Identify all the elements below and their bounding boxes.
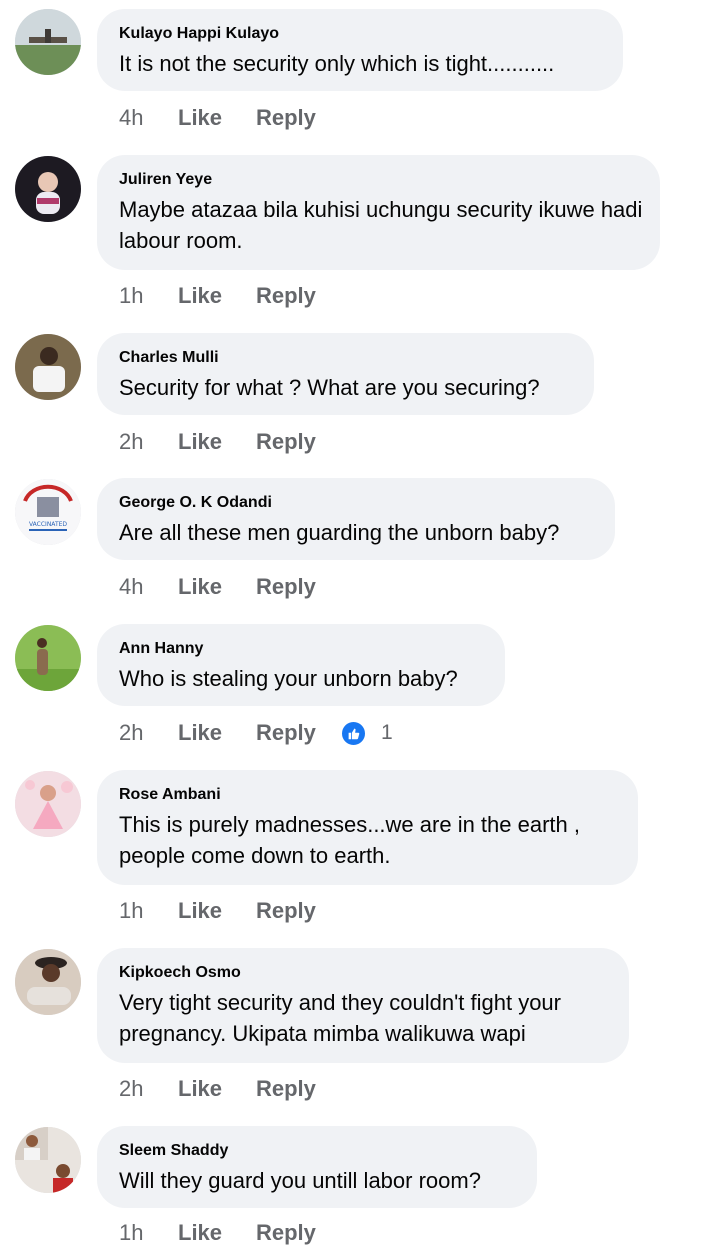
comment-bubble: George O. K Odandi Are all these men gua…	[97, 478, 615, 560]
reply-button[interactable]: Reply	[256, 574, 340, 600]
like-button[interactable]: Like	[178, 105, 256, 131]
comment-author[interactable]: Juliren Yeye	[119, 170, 638, 190]
reply-button[interactable]: Reply	[256, 105, 340, 131]
avatar[interactable]	[15, 1127, 81, 1193]
comment-text: It is not the security only which is tig…	[119, 51, 555, 76]
comment-time[interactable]: 4h	[119, 574, 178, 600]
like-button[interactable]: Like	[178, 898, 256, 924]
comment-time[interactable]: 1h	[119, 283, 178, 309]
comment-actions: 1h Like Reply	[119, 281, 340, 311]
reply-button[interactable]: Reply	[256, 898, 340, 924]
comment-bubble: Sleem Shaddy Will they guard you untill …	[97, 1126, 537, 1208]
avatar[interactable]	[15, 771, 81, 837]
reply-button[interactable]: Reply	[256, 283, 340, 309]
avatar[interactable]	[15, 9, 81, 75]
avatar[interactable]: VACCINATED	[15, 479, 81, 545]
comment-author[interactable]: George O. K Odandi	[119, 493, 593, 513]
reaction-count: 1	[381, 721, 393, 744]
avatar[interactable]	[15, 949, 81, 1015]
comment-text: Security for what ? What are you securin…	[119, 375, 540, 400]
comment-time[interactable]: 4h	[119, 105, 178, 131]
comment-text: Very tight security and they couldn't fi…	[119, 990, 561, 1046]
comment-bubble: Kipkoech Osmo Very tight security and th…	[97, 948, 629, 1063]
comment-text: Are all these men guarding the unborn ba…	[119, 520, 560, 545]
comment-time[interactable]: 1h	[119, 1220, 178, 1246]
avatar[interactable]	[15, 334, 81, 400]
like-button[interactable]: Like	[178, 283, 256, 309]
comment-time[interactable]: 2h	[119, 1076, 178, 1102]
comment-author[interactable]: Kulayo Happi Kulayo	[119, 24, 601, 44]
like-button[interactable]: Like	[178, 1076, 256, 1102]
reply-button[interactable]: Reply	[256, 1220, 340, 1246]
comment-text: Will they guard you untill labor room?	[119, 1168, 481, 1193]
comment-author[interactable]: Kipkoech Osmo	[119, 963, 607, 983]
comment-author[interactable]: Sleem Shaddy	[119, 1141, 515, 1161]
like-button[interactable]: Like	[178, 1220, 256, 1246]
comment-actions: 4h Like Reply	[119, 103, 340, 133]
like-button[interactable]: Like	[178, 429, 256, 455]
avatar[interactable]	[15, 156, 81, 222]
comment-actions: 1h Like Reply	[119, 896, 340, 926]
like-button[interactable]: Like	[178, 720, 256, 746]
comment-actions: 2h Like Reply	[119, 1074, 340, 1104]
comment-actions: 4h Like Reply	[119, 572, 340, 602]
comment-bubble: Ann Hanny Who is stealing your unborn ba…	[97, 624, 505, 706]
comment-time[interactable]: 2h	[119, 720, 178, 746]
reply-button[interactable]: Reply	[256, 429, 340, 455]
comment-bubble: Juliren Yeye Maybe atazaa bila kuhisi uc…	[97, 155, 660, 270]
comment-text: This is purely madnesses...we are in the…	[119, 812, 580, 868]
comment-author[interactable]: Rose Ambani	[119, 785, 616, 805]
comment-time[interactable]: 1h	[119, 898, 178, 924]
comment-actions: 2h Like Reply 1	[119, 718, 393, 748]
comment-text: Who is stealing your unborn baby?	[119, 666, 458, 691]
comment-bubble: Rose Ambani This is purely madnesses...w…	[97, 770, 638, 885]
comment-author[interactable]: Charles Mulli	[119, 348, 572, 368]
comment-bubble: Charles Mulli Security for what ? What a…	[97, 333, 594, 415]
comment-author[interactable]: Ann Hanny	[119, 639, 483, 659]
reply-button[interactable]: Reply	[256, 1076, 340, 1102]
thumbs-up-icon	[340, 719, 367, 747]
comment-actions: 2h Like Reply	[119, 427, 340, 457]
avatar[interactable]	[15, 625, 81, 691]
like-button[interactable]: Like	[178, 574, 256, 600]
avatar-label: VACCINATED	[29, 521, 67, 528]
comment-time[interactable]: 2h	[119, 429, 178, 455]
reply-button[interactable]: Reply	[256, 720, 340, 746]
comment-bubble: Kulayo Happi Kulayo It is not the securi…	[97, 9, 623, 91]
reaction-summary[interactable]: 1	[340, 719, 393, 747]
comment-text: Maybe atazaa bila kuhisi uchungu securit…	[119, 197, 643, 253]
